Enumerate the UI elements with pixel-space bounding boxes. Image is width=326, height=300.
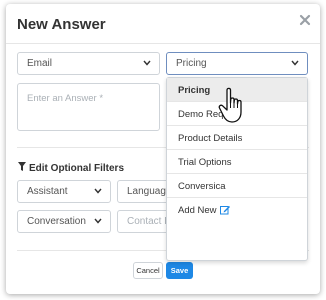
channel-select-value: Email [27,58,53,69]
new-answer-dialog: New Answer Email Pricing Enter an Answer… [6,4,320,294]
add-new-label: Add New [178,205,217,216]
dropdown-option-trial-options[interactable]: Trial Options [167,150,307,174]
option-label: Pricing [178,85,211,96]
answer-textarea[interactable]: Enter an Answer * [17,83,160,131]
category-select[interactable]: Pricing [166,52,308,75]
dialog-header: New Answer [6,4,320,44]
dropdown-add-new[interactable]: Add New [167,198,307,222]
option-label: Product Details [178,133,243,144]
option-label: Trial Options [178,157,232,168]
chevron-down-icon [291,60,299,66]
chevron-down-icon [143,60,151,66]
assistant-select[interactable]: Assistant [17,180,111,203]
edit-icon [220,206,230,215]
language-select-value: Language [127,186,172,197]
hand-pointer-cursor [218,87,242,123]
category-select-value: Pricing [176,58,207,69]
conversation-select-value: Conversation [27,216,86,227]
dropdown-option-conversica[interactable]: Conversica [167,174,307,198]
chevron-down-icon [94,218,102,224]
dialog-title: New Answer [17,16,106,33]
chevron-down-icon [94,188,102,194]
save-button[interactable]: Save [166,262,193,279]
filter-icon [18,162,26,171]
assistant-select-value: Assistant [27,186,68,197]
channel-select[interactable]: Email [17,52,160,75]
conversation-select[interactable]: Conversation [17,210,111,233]
filters-title: Edit Optional Filters [29,163,125,174]
answer-placeholder: Enter an Answer * [27,93,104,104]
dropdown-option-product-details[interactable]: Product Details [167,126,307,150]
close-icon[interactable] [298,13,312,27]
cancel-button[interactable]: Cancel [133,262,163,279]
option-label: Conversica [178,181,226,192]
